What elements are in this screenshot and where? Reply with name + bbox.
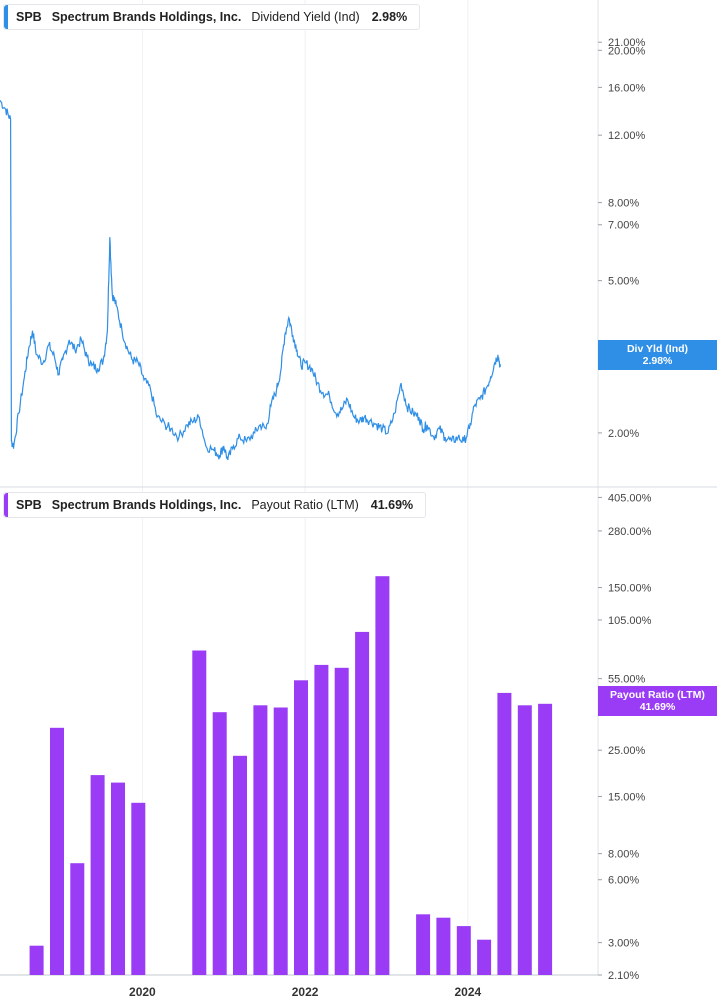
legend-color-swatch (4, 5, 8, 29)
x-tick-label-0: 2020 (129, 985, 156, 999)
badge-label: Payout Ratio (LTM) (610, 689, 705, 701)
yield-y-tick-label-4: 8.00% (608, 198, 639, 210)
payout-bar-13 (334, 667, 349, 975)
x-tick-label-2: 2024 (454, 985, 481, 999)
yield-y-tick-label-2: 16.00% (608, 82, 646, 94)
legend-company: Spectrum Brands Holdings, Inc. (51, 498, 242, 512)
payout-bar-10 (273, 707, 288, 975)
payout-y-tick-label-0: 405.00% (608, 492, 652, 504)
payout-y-tick-label-7: 8.00% (608, 849, 639, 861)
payout-bar-5 (131, 802, 146, 975)
legend-metric: Payout Ratio (LTM) (251, 498, 359, 512)
legend-value: 2.98% (371, 10, 408, 24)
yield-y-tick-label-5: 7.00% (608, 220, 639, 232)
x-tick-label-1: 2022 (292, 985, 319, 999)
yield-y-tick-label-6: 5.00% (608, 276, 639, 288)
div-yield-badge: Div Yld (Ind) 2.98% (598, 340, 717, 370)
payout-bar-19 (477, 939, 492, 975)
axis-tick-labels: 21.00%20.00%16.00%12.00%8.00%7.00%5.00%2… (129, 37, 652, 999)
payout-y-tick-label-1: 280.00% (608, 526, 652, 538)
payout-bar-15 (375, 576, 390, 975)
yield-y-tick-label-1: 20.00% (608, 45, 646, 57)
legend-dividend-yield: SPB Spectrum Brands Holdings, Inc. Divid… (3, 4, 421, 30)
payout-bar-2 (70, 863, 85, 975)
payout-bar-8 (233, 755, 247, 975)
payout-bar-17 (436, 917, 451, 975)
payout-y-tick-label-6: 15.00% (608, 792, 646, 804)
legend-value: 41.69% (370, 498, 414, 512)
payout-bar-0 (29, 945, 44, 975)
payout-bar-18 (456, 926, 471, 975)
dividend-yield-line (0, 100, 501, 461)
payout-bar-1 (50, 727, 64, 975)
payout-bar-16 (416, 914, 431, 975)
payout-y-tick-label-2: 150.00% (608, 583, 652, 595)
payout-bar-4 (111, 782, 125, 975)
payout-bar-12 (314, 664, 329, 975)
payout-y-tick-label-9: 3.00% (608, 938, 639, 950)
payout-bar-3 (90, 775, 105, 975)
payout-y-tick-label-8: 6.00% (608, 875, 639, 887)
legend-color-swatch (4, 493, 8, 517)
legend-metric: Dividend Yield (Ind) (251, 10, 360, 24)
payout-bar-9 (253, 705, 268, 975)
legend-company: Spectrum Brands Holdings, Inc. (51, 10, 242, 24)
payout-bar-20 (497, 692, 512, 975)
payout-y-tick-label-3: 105.00% (608, 615, 652, 627)
yield-y-tick-label-7: 2.00% (608, 428, 639, 440)
payout-bar-21 (517, 705, 532, 975)
payout-ratio-badge: Payout Ratio (LTM) 41.69% (598, 686, 717, 716)
payout-y-tick-label-4: 55.00% (608, 674, 646, 686)
payout-bar-7 (212, 712, 227, 975)
payout-bars (29, 576, 553, 975)
payout-bar-6 (192, 650, 207, 975)
legend-ticker: SPB (16, 498, 42, 512)
payout-bar-14 (355, 631, 370, 975)
badge-value: 41.69% (639, 701, 676, 713)
badge-value: 2.98% (642, 355, 673, 367)
badge-label: Div Yld (Ind) (626, 343, 689, 355)
payout-y-tick-label-5: 25.00% (608, 745, 646, 757)
legend-ticker: SPB (16, 10, 42, 24)
yield-y-tick-label-3: 12.00% (608, 130, 646, 142)
payout-bar-22 (538, 703, 553, 975)
payout-bar-11 (294, 680, 308, 975)
payout-y-tick-label-10: 2.10% (608, 970, 639, 982)
legend-payout-ratio: SPB Spectrum Brands Holdings, Inc. Payou… (3, 492, 427, 518)
